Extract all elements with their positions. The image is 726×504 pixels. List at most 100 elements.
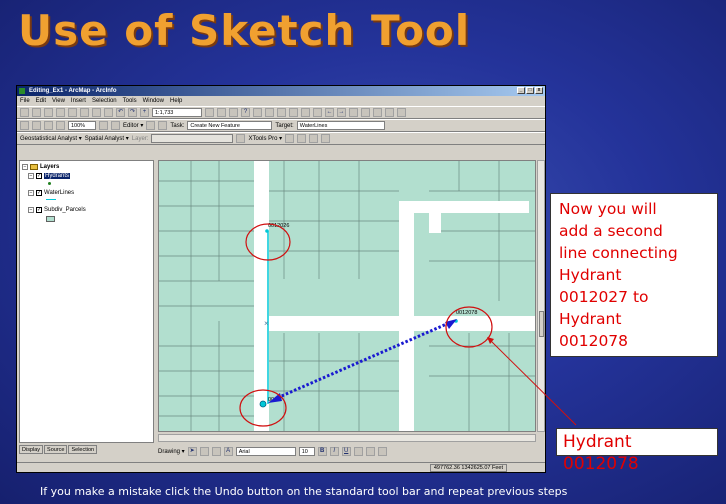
map-scale-combo[interactable]: 1:1,733 xyxy=(152,108,202,117)
underline-button[interactable]: U xyxy=(341,446,351,456)
callout-line: add a second xyxy=(559,222,663,240)
delete-icon[interactable] xyxy=(104,108,113,117)
layers-folder-icon xyxy=(30,164,38,170)
forward-extent-icon[interactable]: → xyxy=(337,108,346,117)
print-icon[interactable] xyxy=(56,108,65,117)
menu-file[interactable]: File xyxy=(20,96,30,106)
toc-layers-root[interactable]: − Layers xyxy=(22,164,59,170)
font-combo[interactable]: Arial xyxy=(235,446,296,456)
close-button[interactable]: x xyxy=(535,87,543,94)
histogram-icon[interactable] xyxy=(236,134,246,143)
collapse-icon[interactable]: − xyxy=(28,173,34,179)
line-color-icon[interactable] xyxy=(377,446,387,456)
drawing-menu[interactable]: Drawing ▾ xyxy=(158,448,185,455)
point-symbol-icon xyxy=(48,182,51,185)
layout-pan-icon[interactable] xyxy=(44,121,53,130)
tab-source[interactable]: Source xyxy=(44,445,68,454)
tab-selection[interactable]: Selection xyxy=(68,445,98,454)
map-view[interactable]: 0012026 0012078 0012 × xyxy=(158,160,536,432)
open-folder-icon[interactable] xyxy=(32,108,41,117)
layer-visibility-checkbox[interactable]: ✓ xyxy=(36,173,42,179)
callout-line: 0012078 xyxy=(559,332,629,350)
collapse-icon[interactable]: − xyxy=(28,190,34,196)
select-elements-icon[interactable] xyxy=(361,108,370,117)
layer-combo[interactable] xyxy=(151,134,234,143)
redo-icon[interactable]: ↷ xyxy=(128,108,137,117)
spatial-analyst-menu[interactable]: Spatial Analyst ▾ xyxy=(85,135,129,142)
select-features-icon[interactable] xyxy=(349,108,358,117)
cut-icon[interactable] xyxy=(68,108,77,117)
fixed-zoom-out-icon[interactable] xyxy=(289,108,298,117)
layer-visibility-checkbox[interactable]: ✓ xyxy=(36,207,42,213)
select-element-icon[interactable]: ➤ xyxy=(187,446,197,456)
rectangle-icon[interactable] xyxy=(211,446,221,456)
undo-icon[interactable]: ↶ xyxy=(116,108,125,117)
layer-visibility-checkbox[interactable]: ✓ xyxy=(36,190,42,196)
arccatalog-icon[interactable] xyxy=(229,108,238,117)
map-horizontal-scrollbar[interactable] xyxy=(158,434,536,442)
fixed-zoom-in-icon[interactable] xyxy=(277,108,286,117)
menu-help[interactable]: Help xyxy=(170,96,182,106)
menu-insert[interactable]: Insert xyxy=(71,96,86,106)
focus-frame-icon[interactable] xyxy=(99,121,108,130)
rotate-icon[interactable] xyxy=(199,446,209,456)
measure-icon[interactable] xyxy=(397,108,406,117)
layout-zoom-icon[interactable] xyxy=(32,121,41,130)
menu-edit[interactable]: Edit xyxy=(36,96,46,106)
xtools-info-icon[interactable] xyxy=(321,134,331,143)
zoom-out-icon[interactable] xyxy=(265,108,274,117)
menu-view[interactable]: View xyxy=(52,96,65,106)
identify-icon[interactable] xyxy=(373,108,382,117)
italic-button[interactable]: I xyxy=(329,446,339,456)
paste-icon[interactable] xyxy=(92,108,101,117)
font-size-combo[interactable]: 10 xyxy=(298,446,315,456)
sketch-tool-icon[interactable] xyxy=(158,121,168,130)
scrollbar-thumb[interactable] xyxy=(539,311,544,337)
editor-toolbar-icon[interactable] xyxy=(205,108,214,117)
fill-color-icon[interactable] xyxy=(365,446,375,456)
menu-tools[interactable]: Tools xyxy=(123,96,137,106)
arctoolbox-icon[interactable] xyxy=(217,108,226,117)
layout-zoom-combo[interactable]: 100% xyxy=(68,121,96,130)
polygon-symbol-icon xyxy=(46,216,55,222)
toc-layer-hydrants[interactable]: − ✓ Hydrants xyxy=(28,173,71,179)
full-extent-icon[interactable] xyxy=(313,108,322,117)
task-label: Task: xyxy=(170,122,185,129)
new-document-icon[interactable] xyxy=(20,108,29,117)
layout-tool-icon[interactable] xyxy=(20,121,29,130)
maximize-button[interactable]: □ xyxy=(526,87,534,94)
tab-display[interactable]: Display xyxy=(19,445,44,454)
layout-extent-icon[interactable] xyxy=(56,121,65,130)
xtools-convert-icon[interactable] xyxy=(297,134,307,143)
menu-window[interactable]: Window xyxy=(143,96,164,106)
change-layout-icon[interactable] xyxy=(111,121,120,130)
toc-layer-waterlines[interactable]: − ✓ WaterLines xyxy=(28,190,74,196)
geostatistical-analyst-menu[interactable]: Geostatistical Analyst ▾ xyxy=(20,135,82,142)
whats-this-icon[interactable]: ? xyxy=(241,108,250,117)
menu-selection[interactable]: Selection xyxy=(92,96,117,106)
toc-root-label: Layers xyxy=(40,164,60,170)
xtools-layer-icon[interactable] xyxy=(309,134,319,143)
bold-button[interactable]: B xyxy=(317,446,327,456)
find-icon[interactable] xyxy=(385,108,394,117)
callout-line: Now you will xyxy=(559,200,657,218)
toc-layer-parcels[interactable]: − ✓ Subdiv_Parcels xyxy=(28,207,86,213)
xtools-table-icon[interactable] xyxy=(285,134,295,143)
font-color-icon[interactable] xyxy=(353,446,363,456)
back-extent-icon[interactable]: ← xyxy=(325,108,334,117)
pan-icon[interactable] xyxy=(301,108,310,117)
map-vertical-scrollbar[interactable] xyxy=(537,160,545,432)
edit-tool-icon[interactable] xyxy=(146,121,156,130)
editor-menu[interactable]: Editor ▾ xyxy=(123,122,143,129)
collapse-icon[interactable]: − xyxy=(28,207,34,213)
zoom-in-icon[interactable] xyxy=(253,108,262,117)
task-combo[interactable]: Create New Feature xyxy=(187,121,273,130)
add-data-icon[interactable]: + xyxy=(140,108,149,117)
save-icon[interactable] xyxy=(44,108,53,117)
collapse-icon[interactable]: − xyxy=(22,164,28,170)
text-tool-icon[interactable]: A xyxy=(223,446,233,456)
xtools-pro-menu[interactable]: XTools Pro ▾ xyxy=(248,135,282,142)
minimize-button[interactable]: _ xyxy=(517,87,525,94)
target-combo[interactable]: WaterLines xyxy=(296,121,385,130)
copy-icon[interactable] xyxy=(80,108,89,117)
